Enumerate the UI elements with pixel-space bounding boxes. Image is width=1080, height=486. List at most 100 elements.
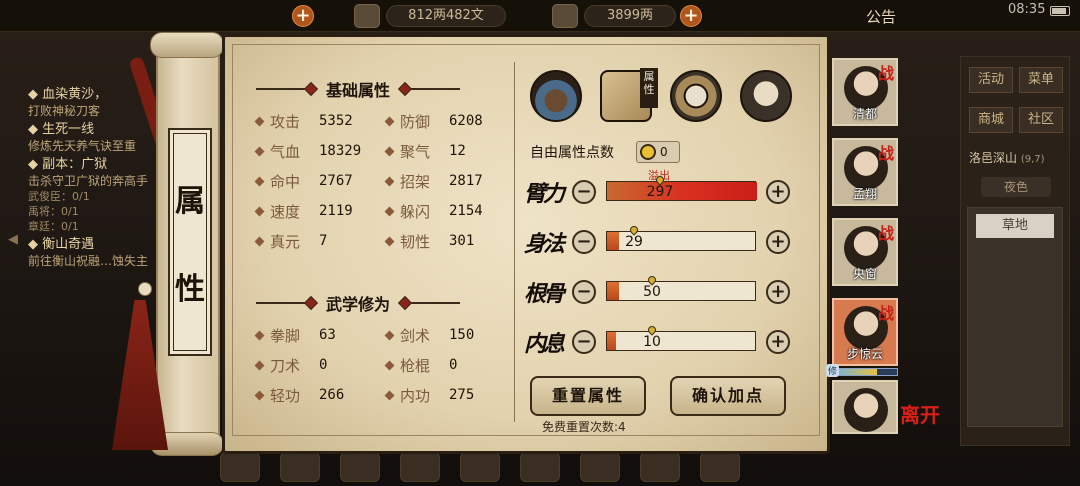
diamond-bullet-icon — [384, 206, 395, 216]
party-member-card[interactable] — [832, 380, 898, 434]
nav-bag-icon[interactable] — [340, 452, 380, 482]
gold-add-button[interactable]: + — [680, 5, 702, 27]
increase-button[interactable]: + — [766, 330, 790, 354]
scroll-title-plaque: 属 性 — [168, 128, 212, 356]
header-ornament — [400, 302, 461, 304]
confirm-points-button[interactable]: 确认加点 — [670, 376, 786, 416]
martial-label: 拳脚 — [270, 326, 301, 345]
silver-icon — [354, 4, 380, 28]
leave-button[interactable]: 离开 — [900, 404, 950, 426]
stat-label: 速度 — [270, 202, 301, 221]
bagua-tab-icon[interactable] — [670, 70, 722, 122]
decrease-button[interactable]: − — [572, 280, 596, 304]
martial-label: 刀术 — [270, 356, 301, 375]
right-side-panel: 活动 菜单 商城 社区 洛邑深山 (9,7) 夜色 草地 — [960, 56, 1070, 446]
equipment-tab-icon[interactable] — [530, 70, 582, 122]
stat-label: 招架 — [400, 172, 431, 191]
attribute-value: 29 — [625, 234, 643, 250]
stat-value: 301 — [449, 233, 475, 249]
menu-button[interactable]: 菜单 — [1019, 67, 1063, 93]
stat-row: 聚气 12 — [384, 140, 466, 162]
diamond-bullet-icon — [254, 330, 265, 340]
martial-row: 刀术 0 — [254, 354, 327, 376]
decrease-button[interactable]: − — [572, 230, 596, 254]
free-points-value: 0 — [660, 145, 668, 159]
quest-sub: 武俊臣：0/1 — [28, 190, 90, 203]
martial-value: 266 — [319, 387, 345, 403]
activity-button[interactable]: 活动 — [969, 67, 1013, 93]
battle-badge: 战 — [877, 224, 894, 243]
stat-label: 攻击 — [270, 112, 301, 131]
martial-row: 内功 275 — [384, 384, 474, 406]
terrain-panel: 草地 — [967, 207, 1063, 427]
attribute-name: 内息 — [524, 331, 565, 357]
top-bar: + 812两482文 3899两 + 公告 08:35 — [0, 0, 1080, 32]
stat-label: 真元 — [270, 232, 301, 251]
quest-desc: 击杀守卫广狱的奔高手 — [28, 174, 149, 188]
nav-quest-icon[interactable] — [700, 452, 740, 482]
nav-skills-icon[interactable] — [280, 452, 320, 482]
stat-value: 2817 — [449, 173, 483, 189]
decrease-button[interactable]: − — [572, 180, 596, 204]
martial-label: 剑术 — [400, 326, 431, 345]
stat-row: 命中 2767 — [254, 170, 353, 192]
increase-button[interactable]: + — [766, 280, 790, 304]
party-member-card[interactable]: 战央窗 — [832, 218, 898, 286]
increase-button[interactable]: + — [766, 230, 790, 254]
meridian-tab-icon[interactable] — [740, 70, 792, 122]
attribute-name: 臂力 — [524, 181, 565, 207]
battle-badge: 战 — [877, 144, 894, 163]
quest-desc: 修炼先天养气诀至重 — [28, 139, 137, 153]
diamond-bullet-icon — [254, 360, 265, 370]
header-ornament — [400, 88, 461, 90]
diamond-bullet-icon — [384, 390, 395, 400]
stat-label: 聚气 — [400, 142, 431, 161]
diamond-bullet-icon — [254, 206, 265, 216]
attribute-bar: 297 — [606, 174, 757, 201]
decrease-button[interactable]: − — [572, 330, 596, 354]
diamond-bullet-icon — [384, 360, 395, 370]
nav-forge-icon[interactable] — [580, 452, 620, 482]
stamina-add-button[interactable]: + — [292, 5, 314, 27]
party-member-name: 步惊云 — [846, 347, 883, 361]
shop-button[interactable]: 商城 — [969, 107, 1013, 133]
increase-button[interactable]: + — [766, 180, 790, 204]
announcement-button[interactable]: 公告 — [866, 6, 896, 27]
scroll-title-char: 属 — [175, 184, 205, 219]
diamond-bullet-icon — [254, 146, 265, 156]
quest-title[interactable]: ◆ 衡山奇遇 — [28, 237, 168, 253]
attribute-row: 臂力 − 297 + — [520, 172, 810, 216]
martial-label: 轻功 — [270, 386, 301, 405]
stat-label: 命中 — [270, 172, 301, 191]
party-member-card[interactable]: 战清都 — [832, 58, 898, 126]
quest-title[interactable]: ◆ 副本：广狱 — [28, 157, 168, 173]
stat-value: 7 — [319, 233, 328, 249]
stat-value: 18329 — [319, 143, 362, 159]
quest-sub: 禹将：0/1 — [28, 205, 79, 218]
diamond-bullet-icon — [254, 236, 265, 246]
martial-row: 拳脚 63 — [254, 324, 336, 346]
nav-sect-icon[interactable] — [460, 452, 500, 482]
party-member-card[interactable]: 战步惊云 — [832, 298, 898, 366]
nav-team-icon[interactable] — [520, 452, 560, 482]
quest-sub: 章廷：0/1 — [28, 220, 79, 233]
reset-attributes-button[interactable]: 重置属性 — [530, 376, 646, 416]
party-member-card[interactable]: 战孟翔 — [832, 138, 898, 206]
attribute-bar-fill — [607, 282, 619, 300]
community-button[interactable]: 社区 — [1019, 107, 1063, 133]
free-points-label: 自由属性点数 — [530, 145, 614, 161]
attribute-bar: 50 — [606, 274, 756, 301]
stat-row: 攻击 5352 — [254, 110, 353, 132]
nav-map-icon[interactable] — [640, 452, 680, 482]
quest-title[interactable]: ◆ 生死一线 — [28, 122, 168, 138]
nav-character-icon[interactable] — [220, 452, 260, 482]
martial-value: 0 — [449, 357, 458, 373]
header-ornament — [256, 88, 316, 90]
stat-row: 防御 6208 — [384, 110, 483, 132]
terrain-label[interactable]: 草地 — [976, 214, 1054, 238]
nav-martial-icon[interactable] — [400, 452, 440, 482]
collapse-arrow-icon[interactable]: ◀ — [8, 232, 18, 247]
stat-row: 气血 18329 — [254, 140, 362, 162]
attribute-row: 根骨 − 50 + — [520, 272, 810, 316]
stat-value: 6208 — [449, 113, 483, 129]
